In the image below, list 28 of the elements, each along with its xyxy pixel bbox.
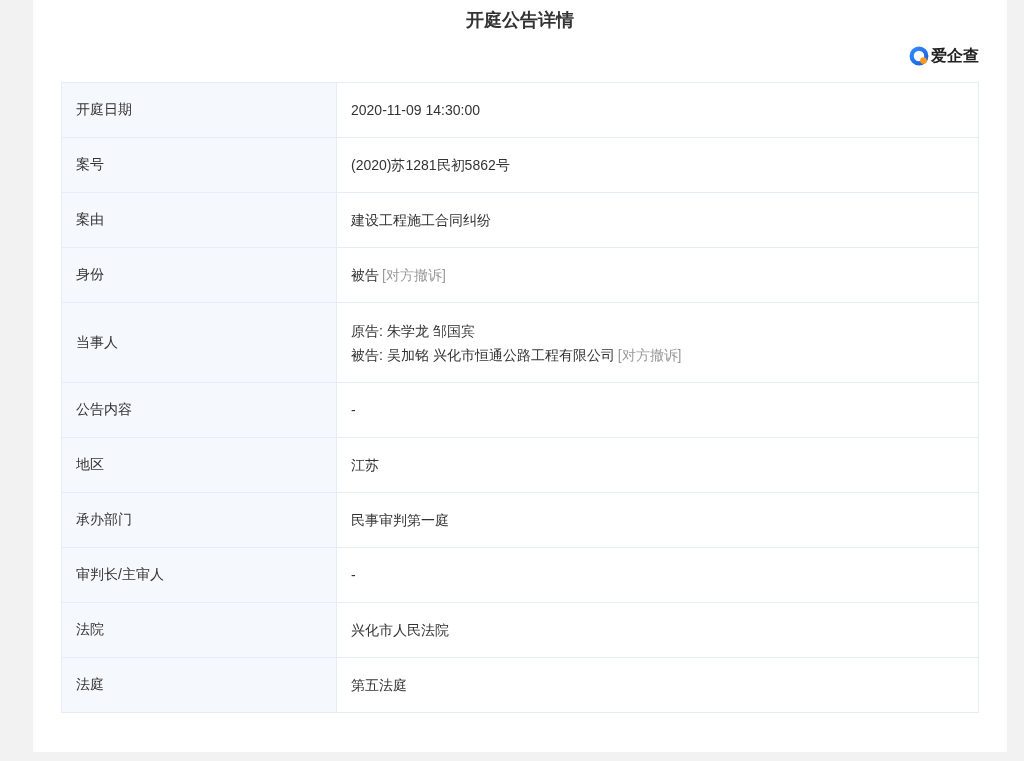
label-cell: 当事人 [61, 302, 337, 383]
value-text: 建设工程施工合同纠纷 [351, 212, 491, 228]
logo-icon [909, 45, 930, 67]
label-cell: 承办部门 [61, 492, 337, 548]
label-cell: 法院 [61, 602, 337, 658]
label-cell: 身份 [61, 247, 337, 303]
status-note: [对方撤诉] [617, 346, 682, 363]
value-text: 被告: 吴加铭 兴化市恒通公路工程有限公司 [351, 346, 615, 363]
value-text: 2020-11-09 14:30:00 [351, 102, 480, 118]
value-text: - [351, 567, 356, 583]
label-cell: 开庭日期 [61, 82, 337, 138]
label-cell: 案由 [61, 192, 337, 248]
value-text: 被告 [351, 267, 379, 283]
label-cell: 地区 [61, 437, 337, 493]
value-text: 兴化市人民法院 [351, 622, 449, 638]
value-text: - [351, 402, 356, 418]
brand-name: 爱企查 [931, 46, 979, 66]
label-cell: 审判长/主审人 [61, 547, 337, 603]
page-title: 开庭公告详情 [465, 9, 575, 32]
value-text: 民事审判第一庭 [351, 512, 449, 528]
status-note: [对方撤诉] [382, 267, 446, 283]
value-text: 原告: 朱学龙 邹国宾 [351, 322, 475, 339]
value-text: 江苏 [351, 457, 379, 473]
label-cell: 案号 [61, 137, 337, 193]
value-text: 第五法庭 [351, 677, 407, 693]
value-text: (2020)苏1281民初5862号 [351, 157, 510, 173]
label-cell: 公告内容 [61, 382, 337, 438]
label-cell: 法庭 [61, 657, 337, 713]
